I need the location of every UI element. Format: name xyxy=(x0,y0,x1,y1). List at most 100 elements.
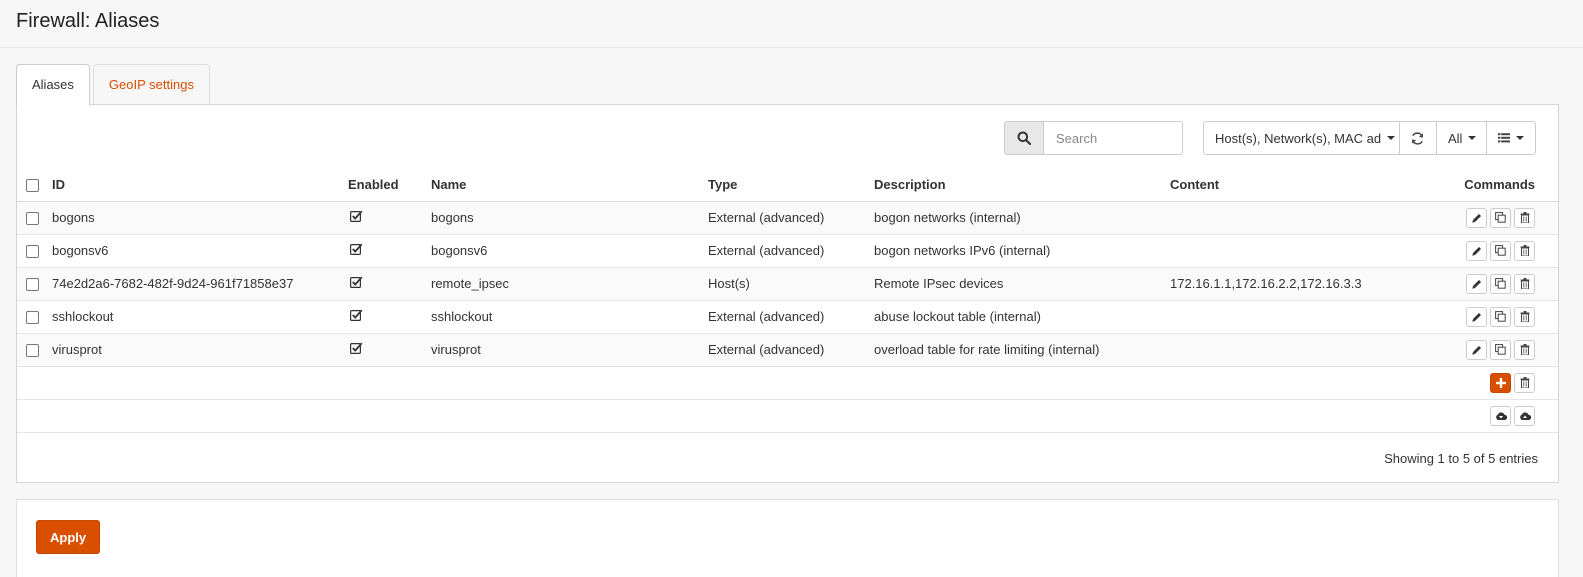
row-select-checkbox[interactable] xyxy=(26,278,39,292)
delete-button[interactable] xyxy=(1514,240,1535,261)
list-icon xyxy=(1498,133,1510,143)
search-group xyxy=(1004,121,1183,155)
columns-dropdown[interactable] xyxy=(1486,121,1536,155)
column-header-type[interactable]: Type xyxy=(700,169,866,202)
pencil-icon xyxy=(1471,312,1482,322)
checked-box-icon[interactable] xyxy=(350,309,363,324)
copy-button[interactable] xyxy=(1490,273,1511,294)
table-row[interactable]: bogonsv6 bogonsv6 External (advanced) bogon… xyxy=(17,234,1558,268)
table-row[interactable]: virusprot virusprot External (advanced) ove… xyxy=(17,333,1558,367)
copy-icon xyxy=(1495,245,1506,256)
copy-button[interactable] xyxy=(1490,339,1511,360)
checked-box-icon[interactable] xyxy=(350,276,363,291)
copy-icon xyxy=(1495,212,1506,223)
delete-selected-button[interactable] xyxy=(1514,372,1535,393)
apply-button[interactable]: Apply xyxy=(36,520,101,554)
upload-button[interactable] xyxy=(1514,405,1535,426)
checked-box-icon[interactable] xyxy=(350,342,363,357)
delete-button[interactable] xyxy=(1514,207,1535,228)
search-button[interactable] xyxy=(1004,121,1044,155)
cloud-upload-icon xyxy=(1519,411,1531,420)
cell-name: bogonsv6 xyxy=(423,234,700,268)
cell-description: abuse lockout table (internal) xyxy=(866,300,1162,334)
aliases-table: ID Enabled Name Type Description Content… xyxy=(17,169,1558,433)
cell-type: External (advanced) xyxy=(700,333,866,367)
cell-content: 172.16.1.1,172.16.2.2,172.16.3.3 xyxy=(1162,267,1452,301)
copy-icon xyxy=(1495,311,1506,322)
cell-content xyxy=(1162,300,1452,334)
edit-button[interactable] xyxy=(1466,339,1487,360)
cell-content xyxy=(1162,201,1452,235)
page-title: Firewall: Aliases xyxy=(16,10,160,32)
delete-button[interactable] xyxy=(1514,306,1535,327)
cell-name: sshlockout xyxy=(423,300,700,334)
search-icon xyxy=(1017,131,1031,145)
cell-description: bogon networks (internal) xyxy=(866,201,1162,235)
pencil-icon xyxy=(1471,246,1482,256)
cell-description: bogon networks IPv6 (internal) xyxy=(866,234,1162,268)
chevron-down-icon xyxy=(1468,136,1477,140)
trash-icon xyxy=(1520,245,1530,256)
cell-type: Host(s) xyxy=(700,267,866,301)
edit-button[interactable] xyxy=(1466,240,1487,261)
tab-geoip-settings[interactable]: GeoIP settings xyxy=(92,64,210,105)
edit-button[interactable] xyxy=(1466,273,1487,294)
add-alias-button[interactable] xyxy=(1490,372,1511,393)
cell-description: overload table for rate limiting (intern… xyxy=(866,333,1162,367)
cell-id: 74e2d2a6-7682-482f-9d24-961f71858e37 xyxy=(44,267,340,301)
grid-toolbar-buttons: Host(s), Network(s), MAC ad All xyxy=(1203,121,1536,155)
copy-button[interactable] xyxy=(1490,207,1511,228)
select-all-checkbox[interactable] xyxy=(26,179,39,193)
row-count-dropdown[interactable]: All xyxy=(1436,121,1487,155)
column-header-commands: Commands xyxy=(1452,169,1558,202)
checked-box-icon[interactable] xyxy=(350,243,363,258)
pencil-icon xyxy=(1471,279,1482,289)
cloud-download-icon xyxy=(1495,411,1507,420)
import-export-row xyxy=(17,399,1558,433)
row-select-checkbox[interactable] xyxy=(26,245,39,259)
delete-button[interactable] xyxy=(1514,273,1535,294)
refresh-button[interactable] xyxy=(1399,121,1437,155)
checked-box-icon[interactable] xyxy=(350,210,363,225)
cell-name: bogons xyxy=(423,201,700,235)
table-row[interactable]: bogons bogons External (advanced) bogon net… xyxy=(17,201,1558,235)
column-header-content[interactable]: Content xyxy=(1162,169,1452,202)
delete-button[interactable] xyxy=(1514,339,1535,360)
column-header-id[interactable]: ID xyxy=(44,169,340,202)
edit-button[interactable] xyxy=(1466,306,1487,327)
column-header-name[interactable]: Name xyxy=(423,169,700,202)
chevron-down-icon xyxy=(1516,136,1524,140)
cell-type: External (advanced) xyxy=(700,201,866,235)
row-select-checkbox[interactable] xyxy=(26,212,39,226)
cell-content xyxy=(1162,333,1452,367)
type-filter-label: Host(s), Network(s), MAC ad xyxy=(1215,130,1382,146)
column-header-enabled[interactable]: Enabled xyxy=(340,169,423,202)
cell-type: External (advanced) xyxy=(700,300,866,334)
row-select-checkbox[interactable] xyxy=(26,311,39,325)
trash-icon xyxy=(1520,344,1530,355)
aliases-panel: Host(s), Network(s), MAC ad All xyxy=(16,104,1559,483)
copy-button[interactable] xyxy=(1490,240,1511,261)
apply-panel: Apply xyxy=(16,499,1559,577)
tab-aliases[interactable]: Aliases xyxy=(16,64,90,106)
table-body: bogons bogons External (advanced) bogon net… xyxy=(17,201,1558,367)
trash-icon xyxy=(1520,311,1530,322)
trash-icon xyxy=(1520,377,1529,388)
cell-name: remote_ipsec xyxy=(423,267,700,301)
pagination-info: Showing 1 to 5 of 5 entries xyxy=(1384,451,1538,466)
download-button[interactable] xyxy=(1490,405,1511,426)
edit-button[interactable] xyxy=(1466,207,1487,228)
table-row[interactable]: sshlockout sshlockout External (advanced) a… xyxy=(17,300,1558,334)
row-count-label: All xyxy=(1448,130,1463,146)
table-row[interactable]: 74e2d2a6-7682-482f-9d24-961f71858e37 remo… xyxy=(17,267,1558,301)
column-header-description[interactable]: Description xyxy=(866,169,1162,202)
search-input[interactable] xyxy=(1044,121,1183,155)
trash-icon xyxy=(1520,212,1530,223)
copy-button[interactable] xyxy=(1490,306,1511,327)
table-header-row: ID Enabled Name Type Description Content… xyxy=(17,169,1558,202)
type-filter-dropdown[interactable]: Host(s), Network(s), MAC ad xyxy=(1203,121,1400,155)
row-select-checkbox[interactable] xyxy=(26,344,39,358)
copy-icon xyxy=(1495,344,1506,355)
page-header: Firewall: Aliases xyxy=(0,0,1583,48)
cell-id: sshlockout xyxy=(44,300,340,334)
